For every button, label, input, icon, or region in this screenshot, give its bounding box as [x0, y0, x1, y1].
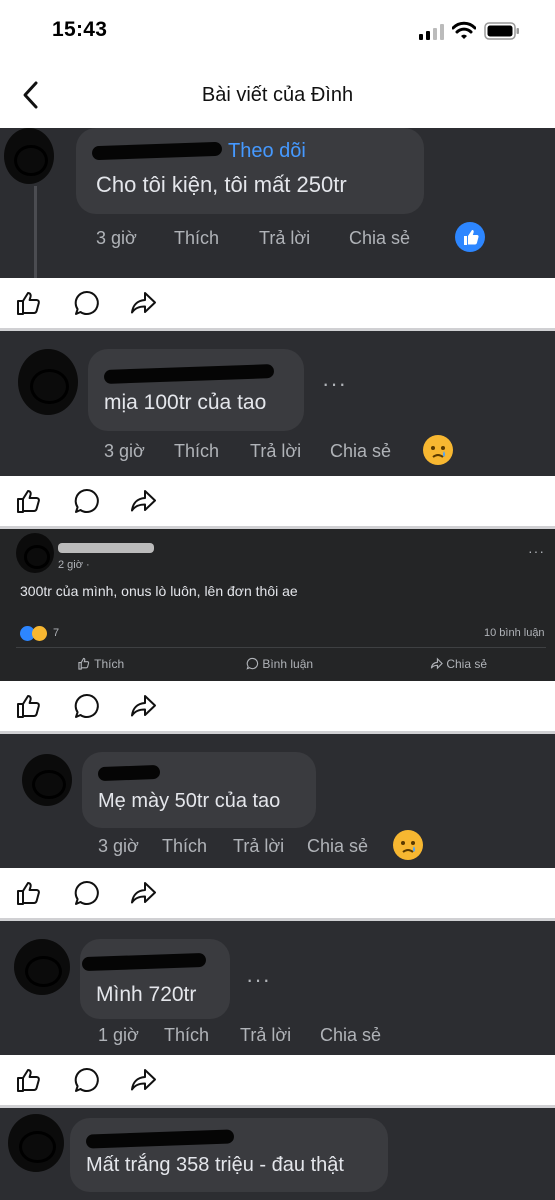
share-action[interactable]: Chia sẻ [349, 228, 410, 249]
reaction-count: 7 [53, 627, 60, 639]
divider [16, 647, 546, 648]
like-action[interactable]: Thích [164, 1025, 209, 1046]
comment-outline-icon[interactable] [72, 691, 102, 721]
comment-bubble [80, 939, 230, 1019]
like-outline-icon[interactable] [14, 486, 44, 516]
sad-reaction-icon [393, 830, 423, 860]
comment-text: Cho tôi kiện, tôi mất 250tr [96, 172, 347, 197]
screenshot-reaction-bar [0, 681, 555, 731]
comment-time: 3 giờ [96, 228, 137, 248]
sad-reaction-icon [423, 435, 453, 465]
like-outline-icon[interactable] [14, 691, 44, 721]
cellular-signal-icon [419, 24, 444, 40]
reply-action[interactable]: Trả lời [233, 836, 284, 857]
comment-screenshot-3: Mẹ mày 50tr của tao 3 giờ Thích Trả lời … [0, 734, 555, 868]
comment-bubble [88, 349, 304, 431]
comment-text: mịa 100tr của tao [104, 391, 267, 414]
reaction-icons [20, 626, 50, 642]
comment-count[interactable]: 10 bình luận [484, 627, 545, 639]
reply-action[interactable]: Trả lời [250, 441, 301, 462]
navigation-bar: Bài viết của Đình [0, 62, 555, 128]
comment-screenshot-1: Theo dõi Cho tôi kiện, tôi mất 250tr 3 g… [0, 128, 555, 278]
battery-icon [484, 22, 519, 40]
post-screenshot: 2 giờ · ··· 300tr của mình, onus lò luôn… [0, 529, 555, 681]
more-options-icon[interactable]: ··· [528, 543, 545, 559]
comment-screenshot-4: Mình 720tr ··· 1 giờ Thích Trả lời Chia … [0, 921, 555, 1055]
like-action[interactable]: Thích [162, 836, 207, 857]
share-outline-icon[interactable] [128, 288, 158, 318]
comment-text: Mình 720tr [96, 983, 197, 1006]
comment-screenshot-2: mịa 100tr của tao ··· 3 giờ Thích Trả lờ… [0, 331, 555, 476]
screenshot-reaction-bar [0, 868, 555, 918]
like-outline-icon[interactable] [14, 1065, 44, 1095]
redacted-name [58, 543, 154, 553]
screenshot-reaction-bar [0, 1055, 555, 1105]
share-outline-icon[interactable] [128, 486, 158, 516]
status-time: 15:43 [52, 18, 108, 41]
avatar [18, 349, 78, 415]
share-outline-icon[interactable] [128, 691, 158, 721]
more-options-icon[interactable]: ··· [322, 371, 347, 397]
like-action[interactable]: Thích [174, 441, 219, 462]
comment-time: 3 giờ [104, 441, 145, 461]
comment-screenshot-5: Mất trắng 358 triệu - đau thật [0, 1108, 555, 1200]
like-icon [78, 657, 90, 670]
post-like-button[interactable]: Thích [78, 657, 124, 671]
post-share-label: Chia sẻ [446, 657, 488, 671]
share-outline-icon[interactable] [128, 1065, 158, 1095]
share-action[interactable]: Chia sẻ [320, 1025, 381, 1046]
more-options-icon[interactable]: ··· [246, 967, 271, 993]
comment-text: Mất trắng 358 triệu - đau thật [86, 1154, 344, 1176]
share-action[interactable]: Chia sẻ [307, 836, 368, 857]
status-bar: 15:43 [0, 0, 555, 62]
comment-icon [246, 657, 259, 670]
redacted-name [97, 764, 161, 782]
page-title: Bài viết của Đình [201, 84, 354, 106]
reply-action[interactable]: Trả lời [240, 1025, 291, 1046]
follow-link[interactable]: Theo dõi [228, 140, 306, 163]
share-action[interactable]: Chia sẻ [330, 441, 391, 462]
post-share-button[interactable]: Chia sẻ [430, 657, 487, 671]
comment-outline-icon[interactable] [72, 1065, 102, 1095]
comment-outline-icon[interactable] [72, 288, 102, 318]
comment-time: 1 giờ [98, 1025, 139, 1045]
share-outline-icon[interactable] [128, 878, 158, 908]
thread-line [34, 186, 37, 278]
post-comment-button[interactable]: Bình luận [246, 657, 313, 671]
comment-time: 3 giờ [98, 836, 139, 856]
share-icon [430, 657, 443, 670]
comment-outline-icon[interactable] [72, 486, 102, 516]
post-like-label: Thích [94, 657, 125, 671]
avatar [8, 1114, 64, 1172]
screenshot-reaction-bar [0, 278, 555, 328]
avatar [14, 939, 70, 995]
comment-text: Mẹ mày 50tr của tao [98, 790, 281, 812]
post-comment-label: Bình luận [262, 657, 314, 671]
screenshot-reaction-bar [0, 476, 555, 526]
like-outline-icon[interactable] [14, 288, 44, 318]
like-outline-icon[interactable] [14, 878, 44, 908]
like-reaction-icon [455, 222, 485, 252]
avatar [4, 128, 54, 184]
post-time: 2 giờ · [58, 559, 90, 571]
post-text: 300tr của mình, onus lò luôn, lên đơn th… [20, 583, 298, 599]
avatar [16, 533, 54, 573]
like-action[interactable]: Thích [174, 228, 219, 249]
comment-outline-icon[interactable] [72, 878, 102, 908]
reply-action[interactable]: Trả lời [259, 228, 310, 249]
wifi-icon [452, 21, 476, 39]
avatar [22, 754, 72, 806]
